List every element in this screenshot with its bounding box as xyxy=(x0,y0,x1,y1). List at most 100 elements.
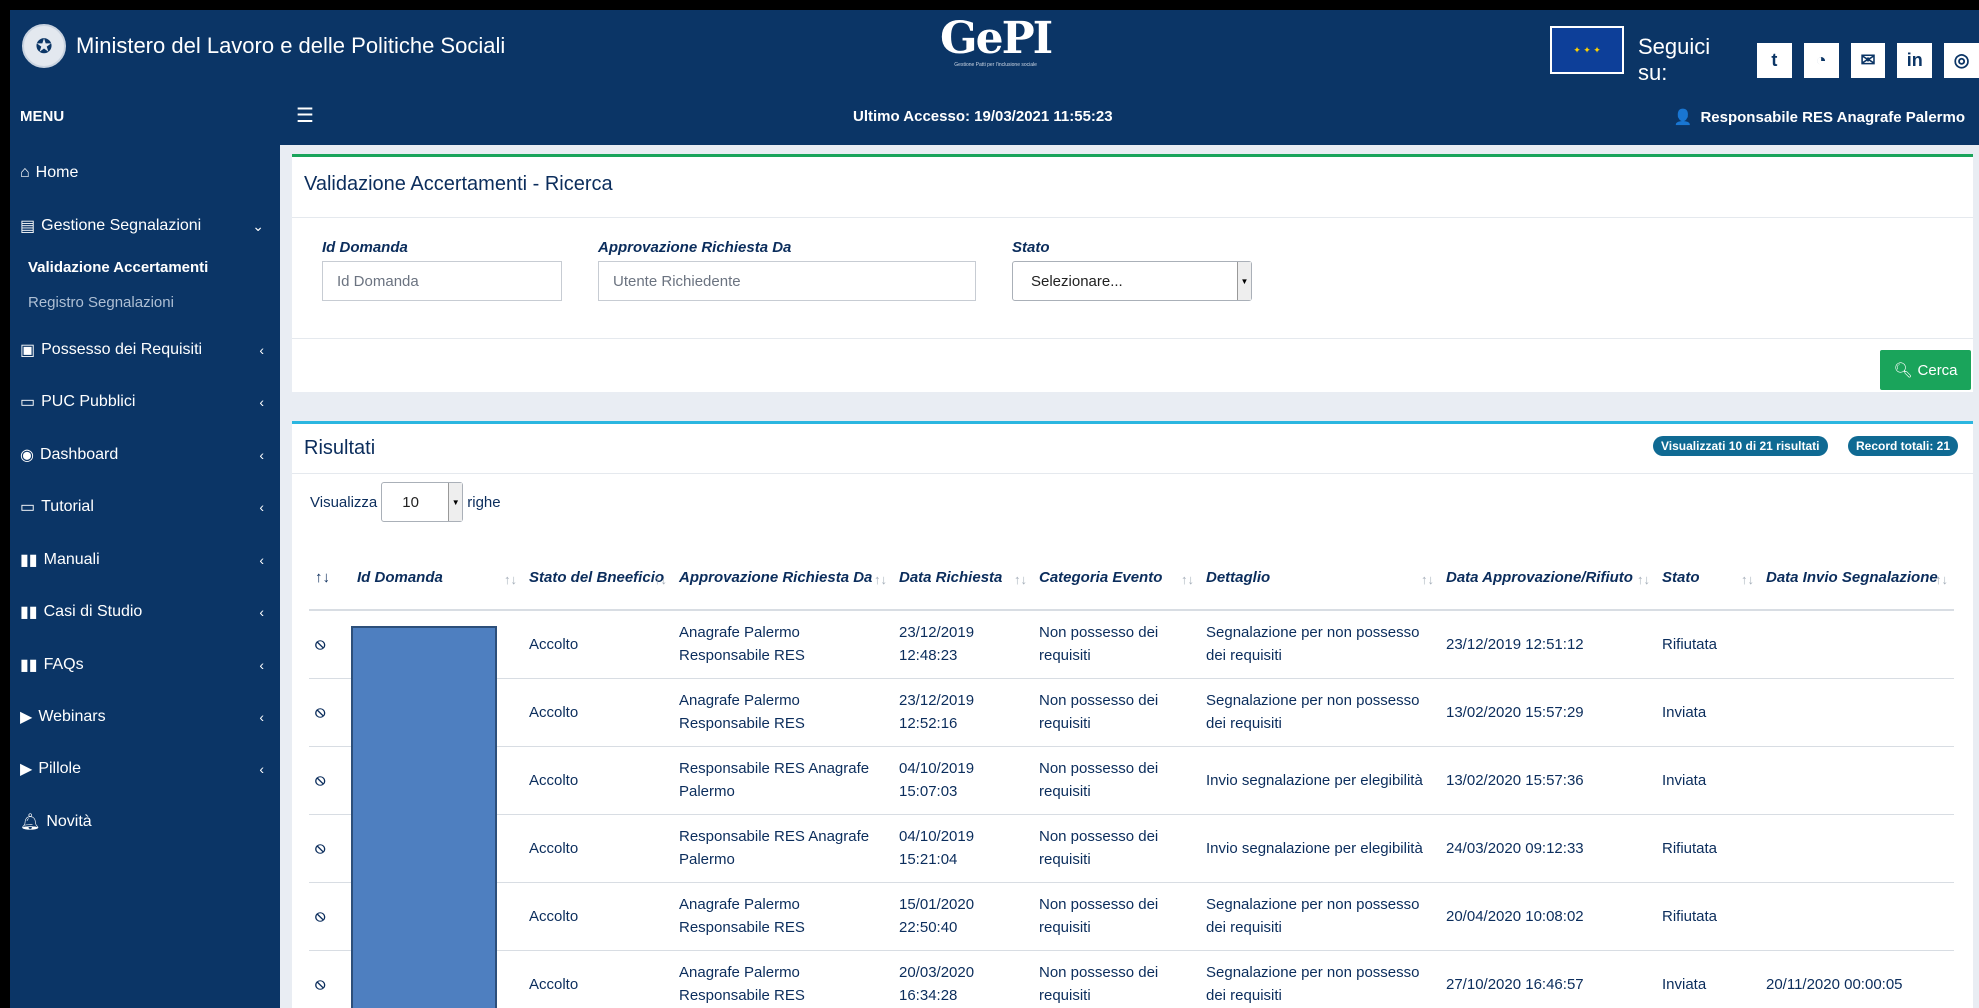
data-richiesta-cell: 23/12/2019 12:52:16 xyxy=(893,678,1033,747)
data-richiesta-cell: 15/01/2020 22:50:40 xyxy=(893,882,1033,951)
tutorial-icon: ▭ xyxy=(20,499,36,516)
approvazione-cell: Anagrafe Palermo Responsabile RES xyxy=(673,882,893,951)
bell-icon: 🔔︎ xyxy=(20,814,41,831)
linkedin-icon[interactable]: in xyxy=(1897,42,1933,78)
menu-title: MENU xyxy=(20,108,65,125)
user-menu[interactable]: 👤 Responsabile RES Anagrafe Palermo xyxy=(1673,108,1965,127)
column-label: Id Domanda xyxy=(357,569,443,586)
search-icon: 🔍︎ xyxy=(1893,362,1913,379)
page-size-control: Visualizza 10 ▼ righe xyxy=(310,482,501,522)
search-card: Validazione Accertamenti - Ricerca Id Do… xyxy=(292,154,1973,392)
dettaglio-cell: Segnalazione per non possesso dei requis… xyxy=(1200,678,1440,747)
app-frame: ✪ Ministero del Lavoro e delle Politiche… xyxy=(10,10,1979,1008)
column-label: Data Invio Segnalazione xyxy=(1766,569,1938,586)
categoria-cell: Non possesso dei requisiti xyxy=(1033,950,1200,1008)
sort-icon: ↑↓ xyxy=(504,572,517,587)
sidebar-item-possesso[interactable]: ▣ Possesso dei Requisiti ‹ xyxy=(20,340,270,360)
approvazione-input[interactable]: Utente Richiedente xyxy=(598,261,976,301)
stato-beneficio-cell: Accolto xyxy=(523,882,673,951)
chevron-down-icon: ⌄ xyxy=(252,217,264,234)
sort-up-icon: ↑↓ xyxy=(315,569,330,586)
column-header-stato[interactable]: Stato ↑↓ xyxy=(1656,547,1760,611)
divider xyxy=(292,338,1973,339)
sidebar-item-label: Dashboard xyxy=(39,446,119,463)
approvazione-cell: Responsabile RES Anagrafe Palermo xyxy=(673,746,893,815)
cerca-button[interactable]: 🔍︎ Cerca xyxy=(1880,350,1971,390)
instagram-icon[interactable]: ◎ xyxy=(1944,42,1979,78)
sidebar-item-casi-studio[interactable]: ▮▮ Casi di Studio ‹ xyxy=(20,602,270,622)
table-row: ⦸ Accolto Anagrafe Palermo Responsabile … xyxy=(309,610,1954,679)
column-header-data-richiesta[interactable]: Data Richiesta ↑↓ xyxy=(893,547,1033,611)
chevron-left-icon: ‹ xyxy=(259,657,264,673)
sidebar-item-pillole[interactable]: ▶ Pillole ‹ xyxy=(20,759,270,779)
column-label: Data Approvazione/Rifiuto xyxy=(1446,569,1633,586)
rows-select-value: 10 xyxy=(402,493,419,511)
ban-icon[interactable]: ⦸ xyxy=(309,678,351,747)
column-header-dettaglio[interactable]: Dettaglio ↑↓ xyxy=(1200,547,1440,611)
data-approvazione-cell: 13/02/2020 15:57:29 xyxy=(1440,678,1656,747)
total-count-badge: Record totali: 21 xyxy=(1848,436,1959,456)
sidebar-subitem-registro[interactable]: Registro Segnalazioni xyxy=(28,294,174,311)
sort-icon: ↑↓ xyxy=(1741,572,1754,587)
signal-icon: ▤ xyxy=(20,218,36,235)
column-header-id[interactable]: Id Domanda ↑↓ xyxy=(351,547,523,611)
ministry-brand[interactable]: ✪ Ministero del Lavoro e delle Politiche… xyxy=(22,24,505,68)
sidebar-item-webinars[interactable]: ▶ Webinars ‹ xyxy=(20,707,270,727)
sidebar-item-faqs[interactable]: ▮▮ FAQs ‹ xyxy=(20,655,270,675)
sort-icon: ↑↓ xyxy=(1935,572,1948,587)
stato-beneficio-cell: Accolto xyxy=(523,610,673,679)
rss-icon[interactable]: ◔ xyxy=(1803,42,1839,78)
rows-select[interactable]: 10 ▼ xyxy=(381,482,464,522)
stato-cell: Inviata xyxy=(1656,950,1760,1008)
chevron-left-icon: ‹ xyxy=(259,447,264,463)
user-icon: 👤 xyxy=(1673,109,1693,126)
data-invio-cell: 20/11/2020 00:00:05 xyxy=(1760,950,1954,1008)
ban-icon[interactable]: ⦸ xyxy=(309,746,351,815)
column-header-data-approvazione[interactable]: Data Approvazione/Rifiuto ↑↓ xyxy=(1440,547,1656,611)
sidebar-item-home[interactable]: ⌂ Home xyxy=(20,164,270,182)
sort-icon: ↑↓ xyxy=(654,572,667,587)
column-header-data-invio[interactable]: Data Invio Segnalazione ↑↓ xyxy=(1760,547,1954,611)
stato-cell: Inviata xyxy=(1656,746,1760,815)
hamburger-icon[interactable]: ☰ xyxy=(296,103,314,128)
column-header-approvazione[interactable]: Approvazione Richiesta Da ↑↓ xyxy=(673,547,893,611)
column-header-stato-beneficio[interactable]: Stato del Bneeficio ↑↓ xyxy=(523,547,673,611)
action-column-header[interactable]: ↑↓ xyxy=(309,547,351,611)
book-icon: ▮▮ xyxy=(20,552,38,569)
sidebar-item-manuali[interactable]: ▮▮ Manuali ‹ xyxy=(20,550,270,570)
dropdown-arrow-icon: ▼ xyxy=(448,483,463,521)
column-label: Stato del Bneeficio xyxy=(529,569,665,586)
column-header-categoria[interactable]: Categoria Evento ↑↓ xyxy=(1033,547,1200,611)
sort-icon: ↑↓ xyxy=(1181,572,1194,587)
sidebar-item-novita[interactable]: 🔔︎ Novità xyxy=(20,812,270,832)
chevron-left-icon: ‹ xyxy=(259,342,264,358)
sidebar-item-dashboard[interactable]: ◉ Dashboard ‹ xyxy=(20,445,270,465)
sidebar-item-label: Casi di Studio xyxy=(43,603,143,620)
twitter-icon[interactable]: t xyxy=(1757,42,1792,78)
chevron-left-icon: ‹ xyxy=(259,499,264,515)
column-label: Stato xyxy=(1662,569,1700,586)
data-approvazione-cell: 13/02/2020 15:57:36 xyxy=(1440,746,1656,815)
last-access: Ultimo Accesso: 19/03/2021 11:55:23 xyxy=(853,108,1113,125)
dettaglio-cell: Invio segnalazione per elegibilità xyxy=(1200,814,1440,883)
rows-label: righe xyxy=(467,493,501,511)
sidebar-item-label: Tutorial xyxy=(41,498,94,515)
sidebar-item-gestione-segnalazioni[interactable]: ▤ Gestione Segnalazioni ⌄ xyxy=(20,216,270,236)
mail-icon[interactable]: ✉ xyxy=(1850,42,1886,78)
sidebar-item-label: Possesso dei Requisiti xyxy=(41,341,203,358)
column-label: Data Richiesta xyxy=(899,569,1003,586)
id-domanda-input[interactable]: Id Domanda xyxy=(322,261,562,301)
sidebar-subitem-validazione[interactable]: Validazione Accertamenti xyxy=(28,259,208,276)
stato-select[interactable]: Selezionare... ▼ xyxy=(1012,261,1252,301)
ban-icon[interactable]: ⦸ xyxy=(309,950,351,1008)
ban-icon[interactable]: ⦸ xyxy=(309,814,351,883)
dettaglio-cell: Segnalazione per non possesso dei requis… xyxy=(1200,950,1440,1008)
ban-icon[interactable]: ⦸ xyxy=(309,882,351,951)
gepi-logo[interactable]: GePI Gestione Patti per l'inclusione soc… xyxy=(940,16,1053,69)
stato-beneficio-cell: Accolto xyxy=(523,814,673,883)
sidebar-item-tutorial[interactable]: ▭ Tutorial ‹ xyxy=(20,497,270,517)
ban-icon[interactable]: ⦸ xyxy=(309,610,351,679)
sidebar-item-puc[interactable]: ▭ PUC Pubblici ‹ xyxy=(20,392,270,412)
data-richiesta-cell: 04/10/2019 15:21:04 xyxy=(893,814,1033,883)
dettaglio-cell: Segnalazione per non possesso dei requis… xyxy=(1200,882,1440,951)
